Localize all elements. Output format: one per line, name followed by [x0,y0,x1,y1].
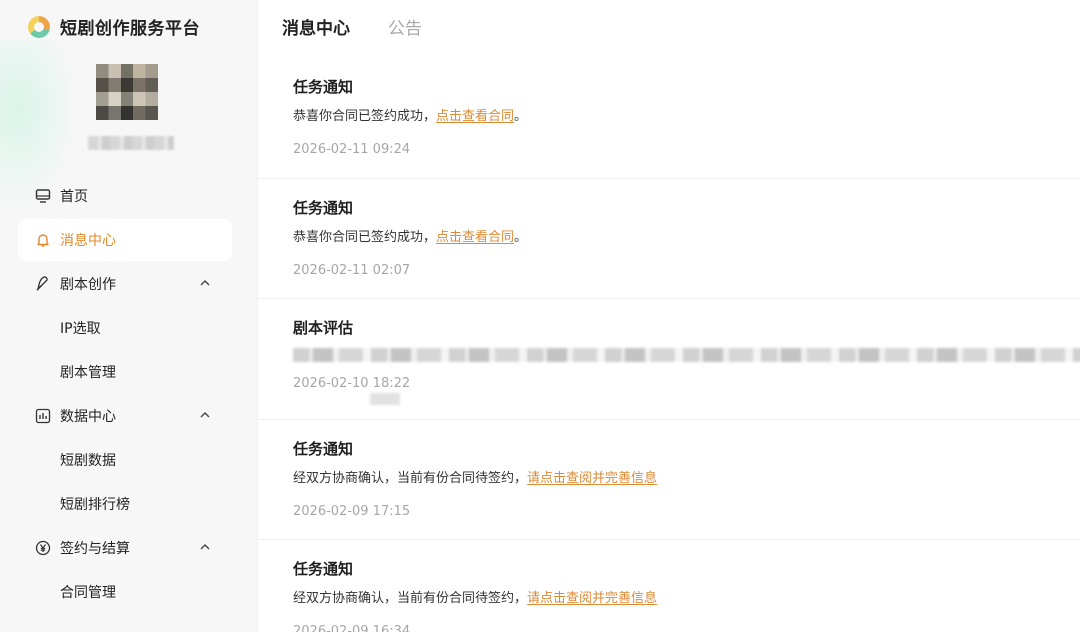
message-tail: 。 [514,109,528,124]
main-content: 消息中心 公告 任务通知 恭喜你合同已签约成功，点击查看合同。 2026-02-… [258,0,1080,632]
sidebar-nav: 首页 消息中心 剧本创作 IP选取 剧本管理 数据中心 短剧数据 短剧排行榜 签… [18,175,232,615]
message-item[interactable]: 任务通知 恭喜你合同已签约成功，点击查看合同。 2026-02-11 02:07 [258,179,1080,299]
message-item[interactable]: 任务通知 恭喜你合同已签约成功，点击查看合同。 2026-02-11 09:24 [258,58,1080,179]
message-body: 经双方协商确认，当前有份合同待签约，请点击查阅并完善信息 [293,467,1045,486]
message-title: 任务通知 [293,560,354,578]
sidebar-item-label: 合同管理 [60,585,116,601]
monitor-icon [34,187,52,205]
brand[interactable]: 短剧创作服务平台 [28,14,200,39]
chart-icon [34,407,52,425]
avatar[interactable] [96,64,158,120]
sidebar-item-drama-data[interactable]: 短剧数据 [18,439,232,481]
message-tail: 。 [514,229,528,245]
view-contract-link[interactable]: 点击查看合同 [436,109,514,124]
message-item[interactable]: 任务通知 经双方协商确认，当前有份合同待签约，请点击查阅并完善信息 2026-0… [258,420,1080,540]
sidebar-item-label: 首页 [60,189,88,205]
bell-icon [34,231,52,249]
message-time: 2026-02-11 09:24 [293,142,411,157]
sidebar-item-label: 剧本创作 [60,277,116,293]
message-text: 经双方协商确认，当前有份合同待签约， [293,591,528,606]
sidebar-item-messages[interactable]: 消息中心 [18,219,232,261]
message-body-blurred [293,348,1080,362]
sidebar-item-label: 数据中心 [60,409,116,425]
sidebar-item-label: 短剧排行榜 [60,497,130,513]
sidebar-item-label: 剧本管理 [60,365,116,381]
app-window: 短剧创作服务平台 首页 消息中心 剧本创作 IP选取 剧本管理 数据中心 短剧数… [0,0,1080,632]
chevron-up-icon[interactable] [198,408,212,422]
chevron-up-icon[interactable] [198,276,212,290]
tab-message-center[interactable]: 消息中心 [282,14,350,39]
sidebar-item-script-management[interactable]: 剧本管理 [18,351,232,393]
time-blur-overlay [370,393,400,405]
sidebar-group-data-center[interactable]: 数据中心 [18,395,232,437]
sidebar-item-label: 短剧数据 [60,453,116,469]
sidebar: 短剧创作服务平台 首页 消息中心 剧本创作 IP选取 剧本管理 数据中心 短剧数… [0,0,258,632]
chevron-up-icon[interactable] [198,540,212,554]
platform-logo-icon [28,15,50,38]
feather-icon [34,275,52,293]
message-text: 恭喜你合同已签约成功， [293,229,437,245]
sidebar-item-home[interactable]: 首页 [18,175,232,217]
message-text: 经双方协商确认，当前有份合同待签约， [293,470,528,486]
platform-title: 短剧创作服务平台 [60,19,200,39]
message-time: 2026-02-09 16:34 [293,624,411,632]
username-blurred [88,136,174,150]
tab-announcements[interactable]: 公告 [388,14,422,39]
tab-bar: 消息中心 公告 [282,14,422,39]
sidebar-item-contract-management[interactable]: 合同管理 [18,571,232,613]
sidebar-group-signing-settlement[interactable]: 签约与结算 [18,527,232,569]
message-list: 任务通知 恭喜你合同已签约成功，点击查看合同。 2026-02-11 09:24… [258,58,1080,632]
sidebar-item-label: IP选取 [60,321,101,337]
message-title: 任务通知 [293,198,354,217]
sidebar-group-script-creation[interactable]: 剧本创作 [18,263,232,305]
complete-info-link[interactable]: 请点击查阅并完善信息 [527,471,657,486]
message-title: 任务通知 [293,439,354,458]
message-time: 2026-02-11 02:07 [293,262,411,278]
message-time: 2026-02-10 18:22 [293,376,411,391]
sidebar-item-label: 消息中心 [60,233,116,249]
message-time: 2026-02-09 17:15 [293,503,411,519]
message-item[interactable]: 任务通知 经双方协商确认，当前有份合同待签约，请点击查阅并完善信息 2026-0… [258,540,1080,632]
message-body: 经双方协商确认，当前有份合同待签约，请点击查阅并完善信息 [293,587,1045,606]
sidebar-item-drama-ranking[interactable]: 短剧排行榜 [18,483,232,525]
message-title: 剧本评估 [293,319,354,337]
view-contract-link[interactable]: 点击查看合同 [436,230,514,245]
sidebar-item-label: 签约与结算 [60,541,130,557]
yen-icon [34,539,52,557]
message-text: 恭喜你合同已签约成功， [293,109,437,124]
message-body: 恭喜你合同已签约成功，点击查看合同。 [293,105,1045,124]
message-body: 恭喜你合同已签约成功，点击查看合同。 [293,226,1045,245]
sidebar-item-ip-selection[interactable]: IP选取 [18,307,232,349]
message-item[interactable]: 剧本评估 2026-02-10 18:22 [258,299,1080,420]
message-title: 任务通知 [293,78,354,96]
complete-info-link[interactable]: 请点击查阅并完善信息 [527,591,657,606]
